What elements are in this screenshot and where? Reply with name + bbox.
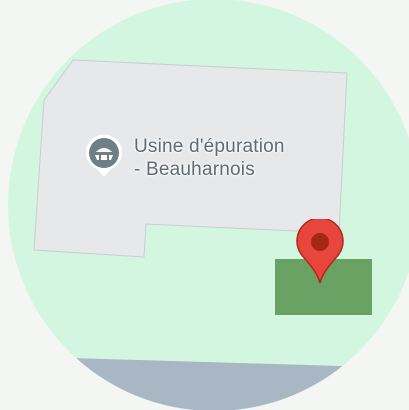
map-canvas[interactable] bbox=[0, 0, 409, 410]
poi-name-line1: Usine d'épuration bbox=[134, 136, 285, 157]
poi-label[interactable]: Usine d'épuration - Beauharnois bbox=[134, 135, 334, 181]
location-pin-icon[interactable] bbox=[294, 217, 346, 285]
water-treatment-plant-icon[interactable] bbox=[83, 133, 125, 181]
map-viewport[interactable]: Usine d'épuration - Beauharnois bbox=[0, 0, 409, 410]
poi-name-line2: - Beauharnois bbox=[134, 159, 255, 180]
water-area bbox=[60, 358, 409, 410]
